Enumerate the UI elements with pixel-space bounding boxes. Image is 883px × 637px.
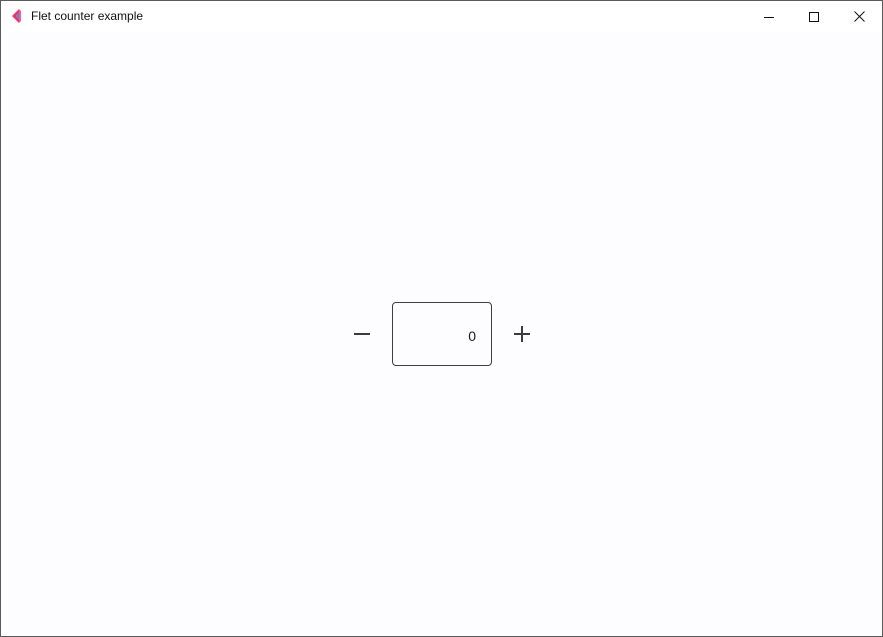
counter-row: 0	[341, 302, 543, 366]
minus-icon	[353, 325, 371, 343]
maximize-icon	[809, 11, 819, 22]
minimize-icon	[764, 12, 774, 22]
counter-field[interactable]: 0	[392, 302, 492, 366]
title-bar[interactable]: Flet counter example	[1, 1, 882, 32]
counter-value: 0	[468, 328, 476, 344]
minimize-button[interactable]	[746, 1, 792, 32]
plus-icon	[513, 325, 531, 343]
page-content: 0	[1, 32, 882, 636]
flet-logo-icon	[10, 8, 24, 24]
close-icon	[853, 11, 865, 22]
window-title: Flet counter example	[31, 9, 144, 23]
maximize-button[interactable]	[791, 1, 837, 32]
increment-button[interactable]	[502, 314, 542, 354]
app-window: Flet counter example 0	[0, 0, 883, 637]
close-button[interactable]	[836, 1, 882, 32]
decrement-button[interactable]	[342, 314, 382, 354]
